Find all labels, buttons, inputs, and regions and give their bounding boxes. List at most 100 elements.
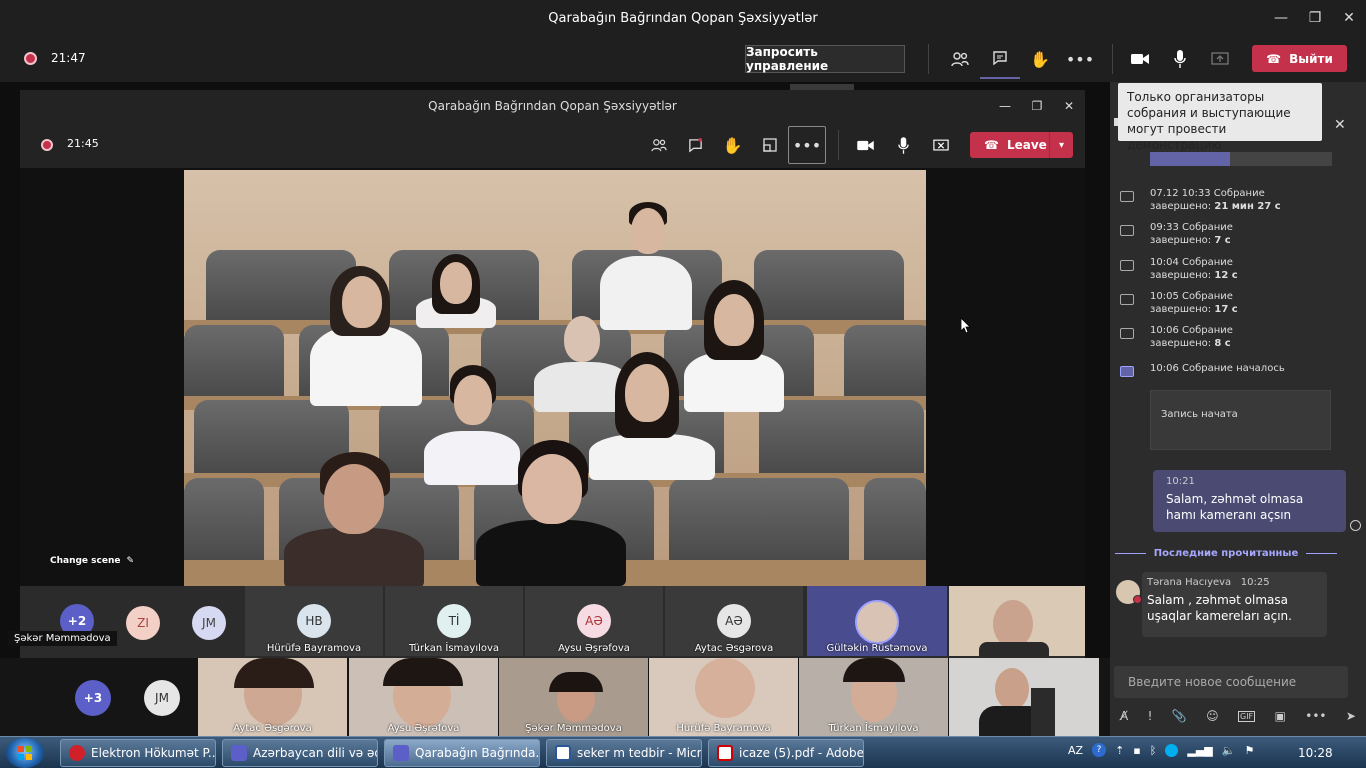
- close-icon[interactable]: ✕: [1334, 117, 1346, 133]
- microphone-icon[interactable]: [884, 125, 922, 165]
- last-read-label: Последние прочитанные: [1153, 547, 1299, 559]
- divider: [928, 44, 929, 74]
- divider: [838, 130, 839, 160]
- recording-started-card[interactable]: Запись начата: [1150, 390, 1331, 450]
- taskbar-item-label: Azərbaycan dili və əd...: [253, 746, 377, 760]
- inner-leave-button[interactable]: ☎ Leave ▾: [970, 132, 1073, 158]
- meeting-event: 10:04 Собрание завершено: 12 с: [1120, 256, 1360, 284]
- stop-sharing-icon[interactable]: [922, 125, 960, 165]
- more-options-icon[interactable]: •••: [1305, 709, 1326, 723]
- message-text: Salam, zəhmət olmasa hamı kameranı açsın: [1166, 492, 1304, 522]
- participant-video-tile: Aysu Əşrəfova: [349, 658, 498, 736]
- pdf-icon: [717, 745, 733, 761]
- presenter-name: Şəkər Məmmədova: [8, 631, 117, 646]
- video-icon: [1120, 225, 1134, 236]
- event-line: 10:05 Собрание: [1150, 291, 1233, 302]
- taskbar-item-label: Qarabağın Bağrında...: [415, 746, 540, 760]
- change-scene-button[interactable]: Change scene ✎: [50, 556, 134, 566]
- chat-icon[interactable]: [980, 39, 1020, 79]
- meeting-event: 09:33 Собрание завершено: 7 с: [1120, 221, 1360, 249]
- camera-icon[interactable]: [846, 125, 884, 165]
- minimize-icon[interactable]: —: [1264, 0, 1298, 36]
- more-options-icon[interactable]: •••: [788, 126, 826, 164]
- avatar: Tİ: [437, 604, 471, 638]
- participant-video-tile: Türkan İsmayılova: [799, 658, 948, 736]
- tray-icon[interactable]: ▪: [1133, 744, 1140, 757]
- maximize-icon[interactable]: ❐: [1298, 0, 1332, 36]
- teams-icon: [393, 745, 409, 761]
- chevron-down-icon[interactable]: ▾: [1049, 132, 1073, 158]
- video-icon: [1120, 294, 1134, 305]
- bluetooth-icon[interactable]: ᛒ: [1150, 744, 1157, 757]
- participants-icon[interactable]: [940, 39, 980, 79]
- window-titlebar: Qarabağın Bağrından Qopan Şəxsiyyətlər —…: [0, 0, 1366, 36]
- request-control-button[interactable]: Запросить управление: [745, 45, 905, 73]
- my-message: 10:21 Salam, zəhmət olmasa hamı kameranı…: [1153, 470, 1346, 532]
- participant-video-tile: Şəkər Məmmədova: [499, 658, 648, 736]
- message-text: Salam , zəhmət olmasa uşaqlar kamereları…: [1147, 593, 1292, 623]
- language-indicator[interactable]: AZ: [1068, 744, 1083, 757]
- attach-icon[interactable]: 📎: [1172, 709, 1187, 723]
- sticker-icon[interactable]: ▣: [1275, 709, 1286, 723]
- taskbar-item-word[interactable]: seker m tedbir - Micr...: [546, 739, 702, 767]
- more-options-icon[interactable]: •••: [1060, 39, 1100, 79]
- more-participants-badge[interactable]: +3: [75, 680, 111, 716]
- inner-meeting-window: Qarabağın Bağrından Qopan Şəxsiyyətlər —…: [20, 90, 1085, 658]
- event-line: 10:06 Собрание началось: [1150, 363, 1285, 374]
- format-icon[interactable]: A̸: [1120, 709, 1128, 723]
- gif-icon[interactable]: GIF: [1238, 710, 1256, 722]
- raise-hand-icon[interactable]: ✋: [1020, 39, 1060, 79]
- help-icon[interactable]: ?: [1092, 743, 1107, 757]
- message-time: 10:21: [1166, 476, 1195, 487]
- emoji-icon[interactable]: ☺: [1206, 709, 1219, 723]
- taskbar-item-teams-1[interactable]: Azərbaycan dili və əd...: [222, 739, 378, 767]
- taskbar-item-label: seker m tedbir - Micr...: [577, 746, 702, 760]
- event-line: 07.12 10:33 Собрание: [1150, 188, 1265, 199]
- minimize-icon[interactable]: —: [989, 99, 1021, 113]
- close-icon[interactable]: ✕: [1332, 0, 1366, 36]
- camera-icon[interactable]: [1120, 39, 1160, 79]
- participants-icon[interactable]: [640, 125, 677, 165]
- recording-icon: [24, 52, 37, 65]
- mouse-cursor-icon: [960, 317, 971, 337]
- taskbar-item-opera[interactable]: Elektron Hökumət P...: [60, 739, 216, 767]
- video-icon: [1120, 191, 1134, 202]
- change-scene-label: Change scene: [50, 556, 121, 566]
- maximize-icon[interactable]: ❐: [1021, 99, 1053, 113]
- participant-name: Türkan İsmayılova: [828, 723, 919, 734]
- volume-icon[interactable]: 🔈: [1222, 744, 1236, 757]
- chat-icon[interactable]: [677, 125, 714, 165]
- hang-up-icon: ☎: [984, 138, 999, 152]
- participant-name: Aysu Əşrəfova: [387, 723, 460, 734]
- participant-tile: Tİ Türkan İsmayılova: [385, 586, 523, 656]
- flag-icon[interactable]: ⚑: [1244, 744, 1254, 757]
- important-icon[interactable]: !: [1148, 709, 1153, 723]
- message-compose-input[interactable]: Введите новое сообщение: [1114, 666, 1348, 698]
- leave-button[interactable]: ☎ Выйти: [1252, 45, 1347, 72]
- breakout-icon[interactable]: [751, 125, 788, 165]
- skype-icon[interactable]: [1165, 743, 1179, 757]
- opera-icon: [69, 745, 85, 761]
- close-icon[interactable]: ✕: [1053, 99, 1085, 113]
- participant-name: Şəkər Məmmədova: [525, 723, 622, 734]
- start-button[interactable]: [6, 738, 44, 768]
- inner-leave-label: Leave: [1006, 138, 1047, 152]
- avatar: JM: [144, 680, 180, 716]
- taskbar-item-label: Elektron Hökumət P...: [91, 746, 216, 760]
- event-line: 09:33 Собрание: [1150, 222, 1233, 233]
- send-icon[interactable]: ➤: [1346, 709, 1356, 723]
- meeting-event: 10:06 Собрание завершено: 8 с: [1120, 324, 1360, 352]
- raise-hand-icon[interactable]: ✋: [714, 125, 751, 165]
- network-icon[interactable]: ▂▄▆: [1187, 744, 1212, 757]
- taskbar-clock[interactable]: 10:28: [1298, 746, 1333, 760]
- taskbar-item-adobe[interactable]: icaze (5).pdf - Adobe...: [708, 739, 864, 767]
- avatar: ZI: [126, 606, 160, 640]
- share-screen-icon[interactable]: [1200, 39, 1240, 79]
- participant-video-tile: [949, 586, 1085, 658]
- microphone-icon[interactable]: [1160, 39, 1200, 79]
- video-icon: [1120, 260, 1134, 271]
- meeting-toolbar: 21:47 Запросить управление ✋ ••• ☎ Выйти: [0, 36, 1366, 82]
- teams-icon: [231, 745, 247, 761]
- tray-arrow-icon[interactable]: ⇡: [1115, 744, 1124, 757]
- taskbar-item-teams-2[interactable]: Qarabağın Bağrında...: [384, 739, 540, 767]
